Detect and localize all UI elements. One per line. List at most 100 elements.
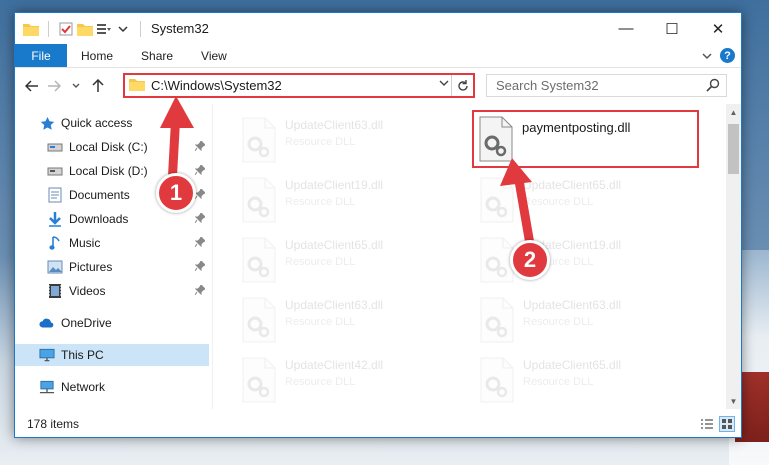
sidebar-item-label: Local Disk (D:) [69,164,148,178]
music-icon [47,235,63,251]
tab-home[interactable]: Home [67,44,127,67]
pin-icon[interactable] [194,188,206,202]
customize-toolbar-icon[interactable] [96,21,112,37]
search-box[interactable]: Search System32 [486,74,727,97]
sidebar-item-label: Downloads [69,212,129,226]
file-type: Resource DLL [285,256,356,268]
tiles-view-icon[interactable] [719,416,735,432]
pictures-icon [47,259,63,275]
toolbar-separator [140,20,141,37]
dll-file-icon [242,177,276,223]
file-item[interactable]: UpdateClient65.dll Resource DLL [239,232,469,290]
chevron-down-icon[interactable] [115,21,131,37]
file-type: Resource DLL [285,136,356,148]
sidebar-item-label: Pictures [69,260,113,274]
drive-icon [47,163,63,179]
sidebar-item-music[interactable]: Music [15,232,207,254]
folder-icon [129,77,145,94]
file-item[interactable]: UpdateClient19.dll Resource DLL [239,172,469,230]
pin-icon[interactable] [194,260,206,274]
file-item[interactable]: UpdateClient42.dll Resource DLL [239,352,469,409]
pin-icon[interactable] [194,284,206,298]
sidebar-item-this-pc[interactable]: This PC [15,344,209,366]
window-title: System32 [151,21,209,36]
sidebar-item-network[interactable]: Network [15,376,207,398]
sidebar-item-local-disk-c[interactable]: Local Disk (C:) [15,136,207,158]
view-switcher [699,416,735,432]
file-type: Resource DLL [285,316,356,328]
forward-arrow-icon[interactable] [43,80,65,92]
navigation-pane: Quick access Local Disk (C:) Local Disk … [15,104,211,409]
pin-icon[interactable] [194,212,206,226]
dll-file-icon [242,357,276,403]
file-name: UpdateClient63.dll [285,298,384,312]
address-path[interactable]: C:\Windows\System32 [151,78,282,93]
file-explorer-window: System32 — ☐ ✕ File Home Share View ? C:… [14,12,742,438]
pin-icon[interactable] [194,164,206,178]
dll-file-icon [242,117,276,163]
pane-divider [212,104,213,409]
dll-file-icon [242,237,276,283]
item-count: 178 items [27,417,80,431]
back-arrow-icon[interactable] [21,80,43,92]
details-view-icon[interactable] [699,416,715,432]
sidebar-item-onedrive[interactable]: OneDrive [15,312,207,334]
search-icon[interactable] [706,78,720,95]
properties-icon[interactable] [58,21,74,37]
pin-icon[interactable] [194,236,206,250]
file-name: UpdateClient65.dll [285,238,384,252]
vertical-scrollbar[interactable]: ▲ ▼ [726,104,741,409]
paymentposting-dll-file[interactable]: paymentposting.dll [472,110,699,168]
refresh-icon[interactable] [451,75,473,96]
file-type: Resource DLL [285,376,356,388]
file-item[interactable]: UpdateClient63.dll Resource DLL [239,292,469,350]
new-folder-icon[interactable] [77,21,93,37]
file-type: Resource DLL [285,196,356,208]
scroll-up-icon[interactable]: ▲ [726,104,741,120]
file-name: UpdateClient63.dll [285,118,384,132]
sidebar-item-videos[interactable]: Videos [15,280,207,302]
up-arrow-icon[interactable] [87,79,109,93]
file-name: UpdateClient63.dll [523,298,622,312]
sidebar-item-label: Local Disk (C:) [69,140,148,154]
file-item[interactable]: UpdateClient63.dll Resource DLL [239,112,469,170]
videos-icon [47,283,63,299]
scroll-down-icon[interactable]: ▼ [726,393,741,409]
chevron-down-icon[interactable] [439,78,449,90]
file-list: UpdateClient63.dll Resource DLL UpdateCli… [221,104,727,409]
toolbar-separator [48,20,49,37]
file-name: UpdateClient65.dll [523,178,622,192]
sidebar-item-pictures[interactable]: Pictures [15,256,207,278]
close-button[interactable]: ✕ [695,13,741,44]
pin-icon[interactable] [194,140,206,154]
search-placeholder[interactable]: Search System32 [496,78,599,93]
expand-ribbon-icon[interactable] [702,49,712,63]
recent-locations-chevron-icon[interactable] [65,83,87,89]
star-icon [39,115,55,131]
step-1-badge: 1 [156,173,196,213]
tab-share[interactable]: Share [127,44,187,67]
sidebar-item-label: Network [61,380,106,394]
sidebar-item-label: Music [69,236,101,250]
help-icon[interactable]: ? [720,48,735,63]
file-item[interactable]: UpdateClient65.dll Resource DLL [477,172,707,230]
cloud-icon [39,315,55,331]
quick-access-toolbar [15,20,147,37]
file-type: Resource DLL [523,376,594,388]
status-bar: 178 items [15,410,741,438]
maximize-button[interactable]: ☐ [649,13,695,44]
file-item[interactable]: UpdateClient63.dll Resource DLL [477,292,707,350]
tab-file[interactable]: File [15,44,67,67]
file-item[interactable]: UpdateClient65.dll Resource DLL [477,352,707,409]
ribbon-right-controls: ? [702,44,741,67]
scroll-thumb[interactable] [728,124,739,174]
sidebar-item-label: Documents [69,188,130,202]
sidebar-item-label: This PC [61,348,104,362]
minimize-button[interactable]: — [603,13,649,44]
address-bar[interactable]: C:\Windows\System32 [123,73,475,98]
dll-file-icon [242,297,276,343]
dll-file-icon [480,357,514,403]
sidebar-item-quick-access[interactable]: Quick access [15,112,207,134]
tab-view[interactable]: View [187,44,241,67]
file-name: paymentposting.dll [522,120,631,135]
